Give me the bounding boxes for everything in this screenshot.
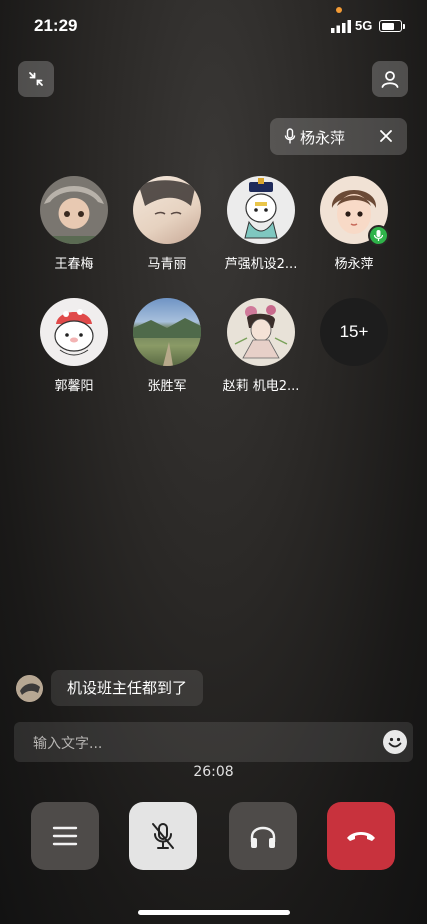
more-participants-count: 15+: [320, 298, 388, 366]
participant-name: 芦强机设2...: [224, 257, 298, 272]
avatar: [227, 298, 295, 366]
hangup-icon: [347, 832, 375, 841]
battery-icon: [379, 20, 402, 32]
participant[interactable]: 郭馨阳: [24, 298, 124, 394]
avatar: [16, 675, 43, 702]
avatar: [40, 176, 108, 244]
more-participants[interactable]: 15+: [304, 298, 404, 366]
call-timer: 26:08: [193, 764, 234, 780]
avatar: [40, 298, 108, 366]
participant-name: 杨永萍: [334, 257, 374, 272]
cellular-signal-icon: [331, 20, 351, 33]
menu-icon: [52, 826, 78, 846]
shrink-arrows-icon: [29, 72, 43, 86]
avatar: [227, 176, 295, 244]
microphone-icon: [373, 230, 384, 241]
current-speaker-name: 杨永萍: [300, 129, 346, 147]
chat-message: 机设班主任都到了: [51, 670, 204, 706]
current-speaker-pill: 杨永萍: [270, 118, 407, 155]
participant-name: 郭馨阳: [54, 379, 94, 394]
speaker-button[interactable]: [229, 802, 297, 870]
participant[interactable]: 张胜军: [117, 298, 217, 394]
participant-name: 赵莉 机电2...: [222, 379, 300, 394]
participant-name: 马青丽: [147, 257, 187, 272]
status-time: 21:29: [34, 16, 78, 35]
participant[interactable]: 芦强机设2...: [211, 176, 311, 272]
participant[interactable]: 马青丽: [117, 176, 217, 272]
participant[interactable]: 王春梅: [24, 176, 124, 272]
person-icon: [381, 71, 399, 88]
participant-name: 王春梅: [54, 257, 94, 272]
battery-tip: [403, 24, 405, 29]
mute-button[interactable]: [129, 802, 197, 870]
microphone-icon: [284, 128, 296, 144]
participant[interactable]: 杨永萍: [304, 176, 404, 272]
avatar: [133, 298, 201, 366]
recording-indicator-dot: [336, 7, 342, 13]
participant[interactable]: 赵莉 机电2...: [211, 298, 311, 394]
smiley-icon[interactable]: [383, 730, 407, 754]
minimize-button[interactable]: [18, 61, 54, 97]
participant-name: 张胜军: [147, 379, 187, 394]
profile-button[interactable]: [372, 61, 408, 97]
chat-input-placeholder: 输入文字...: [33, 736, 103, 752]
chat-input[interactable]: 输入文字...: [14, 722, 413, 762]
network-type: 5G: [355, 18, 373, 33]
close-icon[interactable]: [379, 129, 393, 143]
home-indicator: [138, 910, 290, 915]
headphones-icon: [250, 826, 276, 848]
mic-muted-icon: [152, 823, 174, 849]
avatar: [133, 176, 201, 244]
menu-button[interactable]: [31, 802, 99, 870]
speaking-mic-badge: [368, 225, 389, 246]
hangup-button[interactable]: [327, 802, 395, 870]
